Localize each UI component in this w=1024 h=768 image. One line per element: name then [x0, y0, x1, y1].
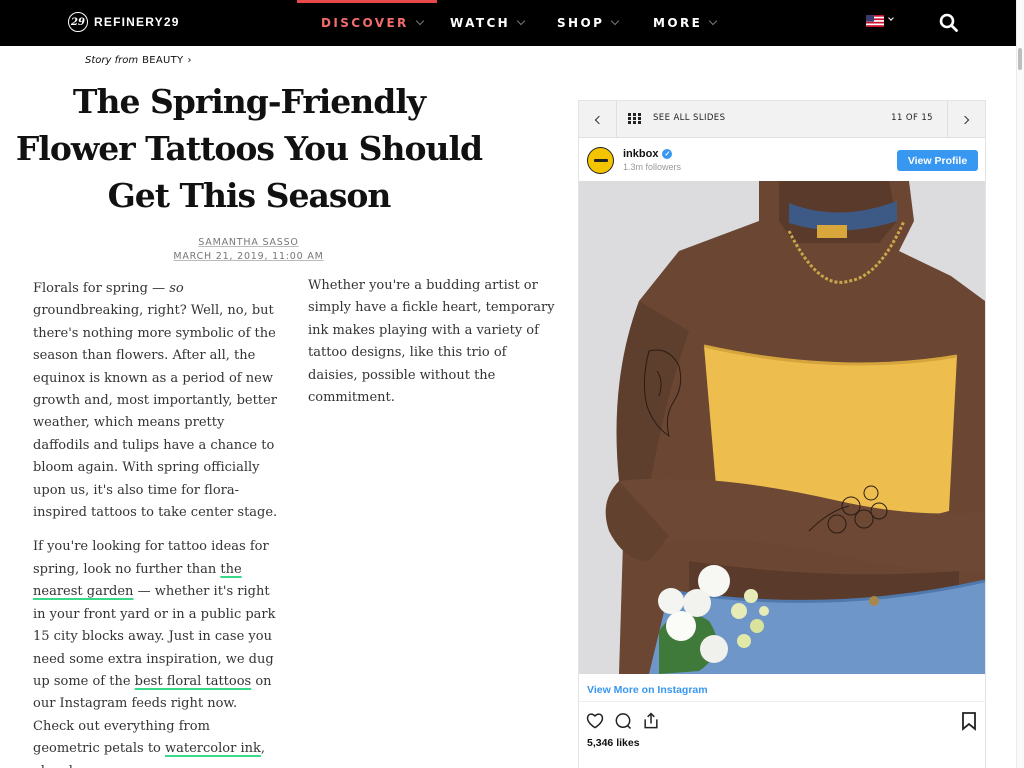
chevron-right-icon	[960, 115, 970, 124]
nav-shop-label: SHOP	[557, 16, 605, 30]
scrollbar-thumb[interactable]	[1018, 48, 1022, 70]
locale-chevron-icon[interactable]	[888, 15, 894, 21]
next-slide-button[interactable]	[947, 101, 985, 138]
instagram-actions	[585, 711, 661, 736]
date-link[interactable]: MARCH 21, 2019, 11:00 AM	[173, 251, 323, 262]
article-body-column-2: Whether you're a budding artist or simpl…	[308, 275, 558, 409]
instagram-post-image[interactable]	[579, 181, 985, 674]
chevron-down-icon	[708, 16, 718, 26]
nav-discover-label: DISCOVER	[321, 16, 409, 30]
slideshow-toolbar: SEE ALL SLIDES 11 OF 15	[579, 101, 985, 138]
link-watercolor-ink[interactable]: watercolor ink	[165, 741, 261, 756]
scrollbar-track[interactable]	[1016, 0, 1024, 768]
top-navigation: 29 REFINERY29 DISCOVER WATCH SHOP MORE	[0, 0, 1024, 46]
refinery29-logo[interactable]: 29 REFINERY29	[68, 12, 180, 32]
nav-discover[interactable]: DISCOVER	[297, 0, 437, 46]
chevron-down-icon	[516, 16, 526, 26]
divider	[579, 701, 985, 702]
nav-more[interactable]: MORE	[653, 0, 718, 46]
follower-count: 1.3m followers	[623, 162, 682, 172]
logo-mark-icon: 29	[68, 12, 88, 32]
view-more-on-instagram-link[interactable]: View More on Instagram	[587, 684, 708, 696]
likes-count: 5,346 likes	[587, 737, 640, 749]
story-from-prefix: Story from	[85, 55, 139, 66]
nav-more-label: MORE	[653, 16, 703, 30]
instagram-username[interactable]: inkbox ✓	[623, 148, 673, 160]
article-headline: The Spring-Friendly Flower Tattoos You S…	[15, 82, 483, 215]
link-best-floral-tattoos[interactable]: best floral tattoos	[135, 674, 252, 689]
bookmark-icon[interactable]	[960, 711, 978, 736]
instagram-post-header: inkbox ✓ 1.3m followers View Profile	[579, 139, 985, 181]
paragraph-2: If you're looking for tattoo ideas for s…	[33, 539, 276, 768]
chevron-right-icon: ›	[187, 55, 192, 66]
logo-text: REFINERY29	[94, 15, 180, 29]
us-flag-icon[interactable]	[866, 15, 884, 27]
nav-shop[interactable]: SHOP	[557, 0, 620, 46]
paragraph-3: Whether you're a budding artist or simpl…	[308, 278, 555, 406]
previous-slide-button[interactable]	[579, 101, 617, 138]
comment-icon[interactable]	[613, 711, 633, 736]
heart-icon[interactable]	[585, 711, 605, 736]
search-icon[interactable]	[938, 12, 960, 34]
nav-watch[interactable]: WATCH	[450, 0, 526, 46]
view-profile-button[interactable]: View Profile	[897, 150, 978, 171]
chevron-down-icon	[415, 16, 424, 26]
slide-counter: 11 OF 15	[891, 113, 933, 123]
story-category: BEAUTY	[142, 55, 184, 66]
chevron-left-icon	[594, 115, 604, 124]
paragraph-1: Florals for spring — so groundbreaking, …	[33, 281, 278, 521]
slideshow: SEE ALL SLIDES 11 OF 15 inkbox ✓ 1.3m fo…	[578, 100, 986, 768]
article-body-column-1: Florals for spring — so groundbreaking, …	[33, 278, 278, 768]
grid-icon[interactable]	[628, 113, 641, 124]
chevron-down-icon	[611, 16, 620, 26]
article-date: MARCH 21, 2019, 11:00 AM	[0, 246, 497, 264]
see-all-slides-link[interactable]: SEE ALL SLIDES	[653, 113, 725, 123]
verified-badge-icon: ✓	[662, 149, 673, 159]
nav-watch-label: WATCH	[450, 16, 511, 30]
story-from-breadcrumb[interactable]: Story from BEAUTY ›	[85, 55, 191, 66]
share-icon[interactable]	[641, 711, 661, 736]
avatar[interactable]	[587, 147, 614, 174]
